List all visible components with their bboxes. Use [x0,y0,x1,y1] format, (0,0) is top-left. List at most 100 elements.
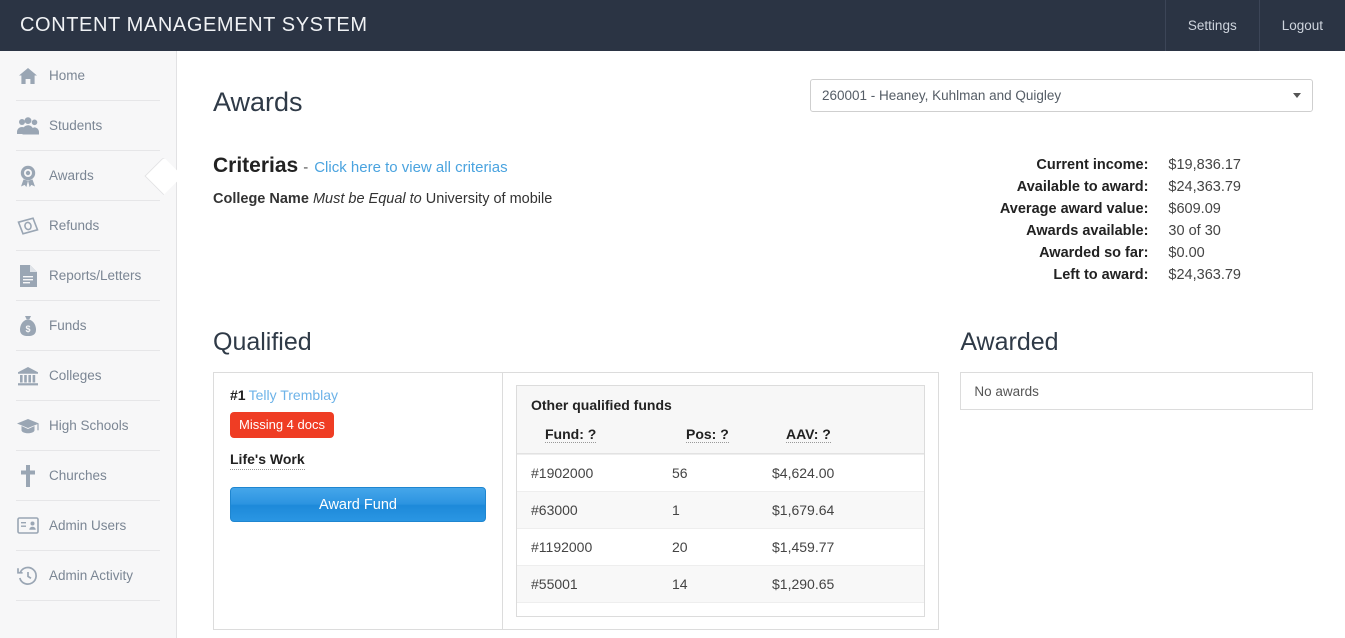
cell-fund: #55001 [517,566,672,603]
other-funds-header-table: Fund: ? Pos: ? AAV: ? [531,426,910,453]
cell-fund: #63000 [517,492,672,529]
table-row[interactable]: #63000 1 $1,679.64 [517,492,924,529]
cell-aav: $1,459.77 [772,529,924,566]
stat-value: $0.00 [1168,242,1204,264]
sidebar-item-refunds[interactable]: Refunds [16,201,160,251]
cell-aav: $1,144.90 [772,603,924,618]
column-header-aav: AAV: ? [786,426,910,453]
document-icon [16,264,40,288]
sidebar-label: Colleges [49,368,102,383]
criteria-operator: Must be Equal to [313,191,422,207]
stat-row: Available to award: $24,363.79 [963,176,1241,198]
other-funds-title: Other qualified funds [531,397,910,413]
award-fund-button[interactable]: Award Fund [230,487,486,522]
sidebar-label: Refunds [49,218,99,233]
award-stats: Current income: $19,836.17 Available to … [963,154,1313,286]
sidebar-label: Students [49,118,102,133]
sidebar-item-awards[interactable]: Awards [16,151,160,201]
stat-row: Awarded so far: $0.00 [963,242,1241,264]
svg-text:$: $ [25,324,30,334]
organization-select[interactable]: 260001 - Heaney, Kuhlman and Quigley [810,79,1313,112]
cross-icon [16,464,40,488]
cell-aav: $1,679.64 [772,492,924,529]
chevron-down-icon [1293,93,1301,98]
sidebar-item-churches[interactable]: Churches [16,451,160,501]
stat-label: Average award value: [963,198,1148,220]
sidebar-item-admin-users[interactable]: Admin Users [16,501,160,551]
criterias-heading-row: Criterias - Click here to view all crite… [213,154,552,178]
cell-aav: $4,624.00 [772,455,924,492]
panels-row: Qualified #1Telly Tremblay Missing 4 doc… [213,330,1313,630]
stat-row: Left to award: $24,363.79 [963,264,1241,286]
missing-docs-badge[interactable]: Missing 4 docs [230,412,334,438]
cell-pos: 14 [672,566,772,603]
column-header-fund: Fund: ? [531,426,686,453]
bank-icon [16,364,40,388]
table-row[interactable]: #1902000 56 $4,624.00 [517,455,924,492]
qualified-panel: #1Telly Tremblay Missing 4 docs Life's W… [213,372,939,630]
history-clock-icon [16,564,40,588]
stat-label: Awarded so far: [963,242,1148,264]
sidebar-label: Churches [49,468,107,483]
sidebar-item-admin-activity[interactable]: Admin Activity [16,551,160,601]
stat-label: Available to award: [963,176,1148,198]
users-icon [16,114,40,138]
stat-value: $609.09 [1168,198,1220,220]
awarded-column: Awarded No awards [960,330,1313,630]
column-header-pos: Pos: ? [686,426,786,453]
other-funds-section: Other qualified funds Fund: ? Pos: ? AAV… [503,373,938,629]
sidebar-item-funds[interactable]: $ Funds [16,301,160,351]
other-funds-table: #1902000 56 $4,624.00 #63000 1 $1,679.64 [517,454,924,617]
sidebar-label: High Schools [49,418,129,433]
sidebar-item-reports-letters[interactable]: Reports/Letters [16,251,160,301]
main-content: Awards 260001 - Heaney, Kuhlman and Quig… [178,51,1345,638]
awarded-empty-state: No awards [960,372,1313,410]
criteria-value: University of mobile [426,191,553,207]
money-bag-icon: $ [16,314,40,338]
view-all-criterias-link[interactable]: Click here to view all criterias [314,159,507,176]
candidate-card: #1Telly Tremblay Missing 4 docs Life's W… [214,373,503,629]
sidebar-label: Funds [49,318,87,333]
stat-row: Awards available: 30 of 30 [963,220,1241,242]
sidebar-label: Awards [49,168,94,183]
top-navigation: Settings Logout [1165,0,1345,51]
cell-aav: $1,290.65 [772,566,924,603]
sidebar-item-students[interactable]: Students [16,101,160,151]
sidebar-nav: Home Students Awards [0,51,177,638]
organization-select-value: 260001 - Heaney, Kuhlman and Quigley [822,88,1061,103]
stat-value: $24,363.79 [1168,264,1241,286]
sidebar-label: Admin Users [49,518,126,533]
graduation-cap-icon [16,414,40,438]
stat-value: $19,836.17 [1168,154,1241,176]
sidebar-item-colleges[interactable]: Colleges [16,351,160,401]
criterias-heading: Criterias [213,154,298,178]
stat-row: Average award value: $609.09 [963,198,1241,220]
award-ribbon-icon [16,164,40,188]
awarded-title: Awarded [960,330,1313,355]
home-icon [16,64,40,88]
qualified-title: Qualified [213,330,939,355]
stat-label: Left to award: [963,264,1148,286]
sidebar-label: Home [49,68,85,83]
candidate-name-link[interactable]: Telly Tremblay [249,387,338,403]
cell-pos: 20 [672,529,772,566]
sidebar-item-home[interactable]: Home [16,51,160,101]
stat-label: Current income: [963,154,1148,176]
table-row[interactable]: #1192000 20 $1,459.77 [517,529,924,566]
other-funds-card: Other qualified funds Fund: ? Pos: ? AAV… [516,385,925,617]
criteria-field: College Name [213,191,309,207]
other-funds-header: Other qualified funds Fund: ? Pos: ? AAV… [517,386,924,454]
table-row[interactable]: #55001 14 $1,290.65 [517,566,924,603]
nav-logout[interactable]: Logout [1259,0,1345,51]
cell-pos: 56 [672,455,772,492]
cell-fund: #1902000 [517,455,672,492]
id-card-icon [16,514,40,538]
nav-settings[interactable]: Settings [1165,0,1259,51]
sidebar-item-high-schools[interactable]: High Schools [16,401,160,451]
table-row[interactable]: #547001 14 $1,144.90 [517,603,924,618]
stat-row: Current income: $19,836.17 [963,154,1241,176]
sidebar-label: Reports/Letters [49,268,141,283]
criteria-rule: College Name Must be Equal to University… [213,191,552,207]
fund-name-tooltip[interactable]: Life's Work [230,451,305,470]
criterias-and-stats-row: Criterias - Click here to view all crite… [213,154,1313,286]
